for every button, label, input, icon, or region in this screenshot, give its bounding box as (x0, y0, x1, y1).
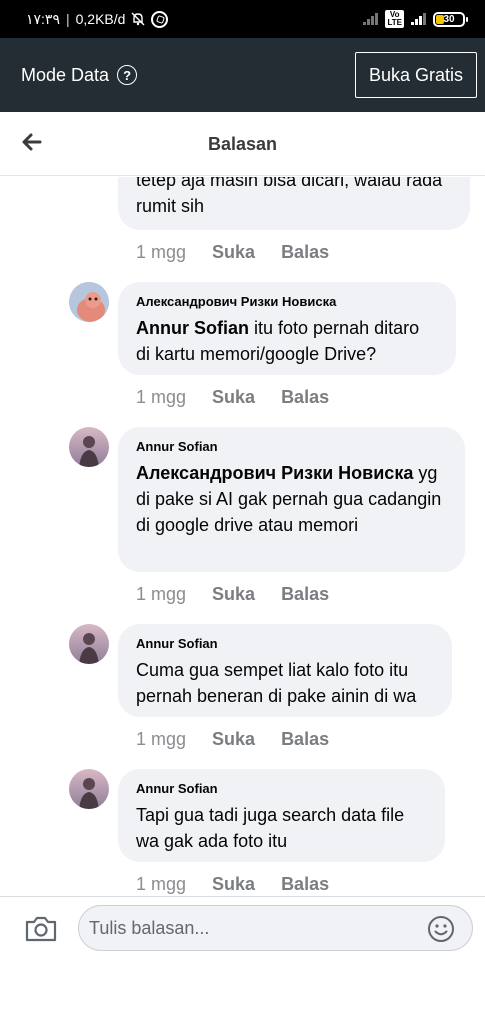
status-divider: | (65, 11, 70, 27)
status-speed: 0,2KB/d (75, 11, 126, 27)
comment-bubble: Annur Sofian Cuma gua sempet liat kalo f… (118, 624, 452, 717)
comment-author[interactable]: Александрович Ризки Новиска (136, 294, 438, 309)
comment-time: 1 mgg (136, 387, 187, 407)
comment-time: 1 mgg (136, 584, 187, 604)
comment-actions: 1 mgg Suka Balas (136, 387, 329, 408)
reply-thread[interactable]: tetep aja masih bisa dicari, walau rada … (0, 177, 485, 896)
smile-icon[interactable] (427, 915, 455, 943)
avatar[interactable] (69, 769, 109, 809)
comment-text: Tapi gua tadi juga search data file wa g… (136, 805, 405, 851)
reply-composer (0, 896, 485, 1024)
whatsapp-icon (151, 10, 169, 28)
bell-off-icon (131, 12, 145, 26)
battery-icon: 30 (433, 11, 468, 27)
comment-bubble: Александрович Ризки Новиска Annur Sofian… (118, 282, 456, 375)
comment-actions: 1 mgg Suka Balas (136, 729, 329, 750)
battery-level: 30 (443, 13, 455, 25)
reply-button[interactable]: Balas (281, 874, 329, 895)
reply-button[interactable]: Balas (281, 729, 329, 750)
mention-tag[interactable]: Александрович Ризки Новиска (136, 463, 413, 483)
mention-tag[interactable]: Annur Sofian (136, 318, 249, 338)
comment-text: Annur Sofian itu foto pernah ditaro di k… (136, 315, 438, 367)
signal-4g-icon (411, 13, 426, 25)
comment-actions: 1 mgg Suka Balas (136, 242, 329, 263)
comment-author[interactable]: Annur Sofian (136, 781, 427, 796)
comment-text: tetep aja masih bisa dicari, walau rada … (136, 177, 443, 216)
comment-text: Cuma gua sempet liat kalo foto itu perna… (136, 660, 417, 706)
like-button[interactable]: Suka (212, 584, 255, 605)
comment-author[interactable]: Annur Sofian (136, 439, 447, 454)
comment-time: 1 mgg (136, 242, 187, 262)
comment-time: 1 mgg (136, 729, 187, 749)
comment-author[interactable]: Annur Sofian (136, 636, 434, 651)
like-button[interactable]: Suka (212, 729, 255, 750)
comment-bubble: Annur Sofian Tapi gua tadi juga search d… (118, 769, 445, 862)
avatar[interactable] (69, 427, 109, 467)
avatar-image (69, 769, 109, 809)
avatar-image (69, 624, 109, 664)
status-right: Vo LTE 30 (363, 10, 468, 28)
help-circle-icon[interactable]: ? (117, 65, 138, 85)
camera-icon[interactable] (24, 915, 58, 943)
avatar-image (69, 282, 109, 322)
comment-text: Александрович Ризки Новиска yg di pake s… (136, 460, 447, 538)
like-button[interactable]: Suka (212, 242, 255, 263)
status-time: ١٧:٣٩ (26, 10, 60, 27)
comment-time: 1 mgg (136, 874, 187, 894)
status-bar: ١٧:٣٩ | 0,2KB/d Vo LTE 30 (0, 0, 485, 38)
reply-button[interactable]: Balas (281, 387, 329, 408)
comment-bubble: tetep aja masih bisa dicari, walau rada … (118, 177, 470, 230)
avatar[interactable] (69, 282, 109, 322)
avatar[interactable] (69, 624, 109, 664)
data-mode-bar: Mode Data ? Buka Gratis (0, 38, 485, 112)
mode-data-label: Mode Data (21, 64, 110, 85)
status-left: ١٧:٣٩ | 0,2KB/d (26, 10, 169, 28)
reply-input[interactable] (78, 905, 473, 951)
volte-icon: Vo LTE (385, 10, 404, 28)
like-button[interactable]: Suka (212, 387, 255, 408)
comment-actions: 1 mgg Suka Balas (136, 874, 329, 895)
buka-gratis-button[interactable]: Buka Gratis (354, 52, 477, 98)
signal-icon (363, 13, 379, 25)
avatar-image (69, 427, 109, 467)
reply-button[interactable]: Balas (281, 242, 329, 263)
page-title: Balasan (207, 134, 278, 154)
comment-bubble: Annur Sofian Александрович Ризки Новиска… (118, 427, 465, 572)
comment-actions: 1 mgg Suka Balas (136, 584, 329, 605)
replies-header: Balasan (0, 112, 485, 176)
reply-button[interactable]: Balas (281, 584, 329, 605)
like-button[interactable]: Suka (212, 874, 255, 895)
